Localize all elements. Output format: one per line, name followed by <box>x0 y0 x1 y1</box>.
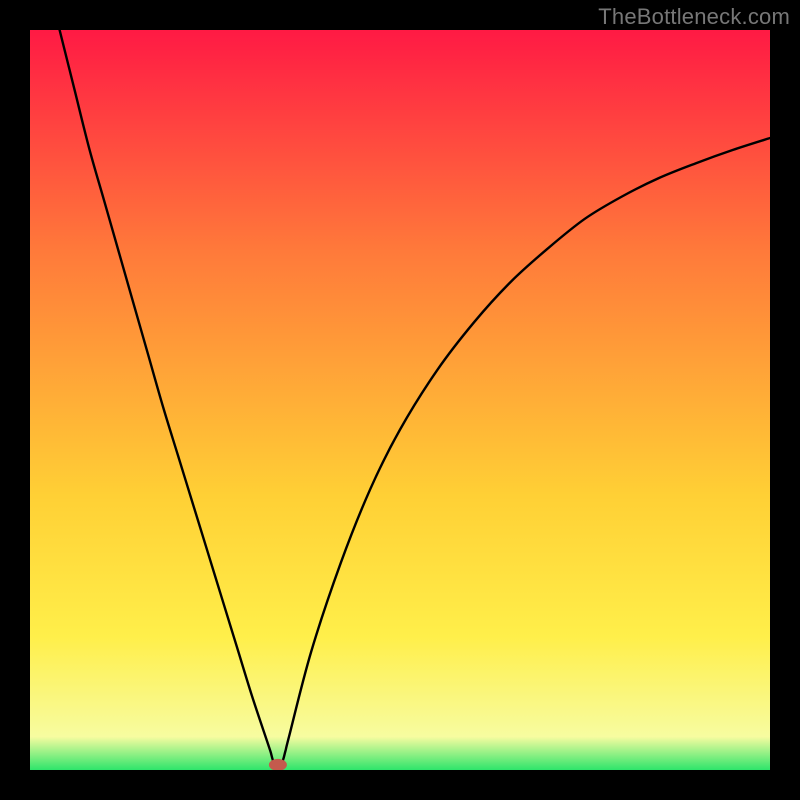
chart-frame: TheBottleneck.com <box>0 0 800 800</box>
gradient-bg <box>30 30 770 770</box>
plot-area <box>30 30 770 770</box>
chart-svg <box>30 30 770 770</box>
watermark-text: TheBottleneck.com <box>598 4 790 30</box>
